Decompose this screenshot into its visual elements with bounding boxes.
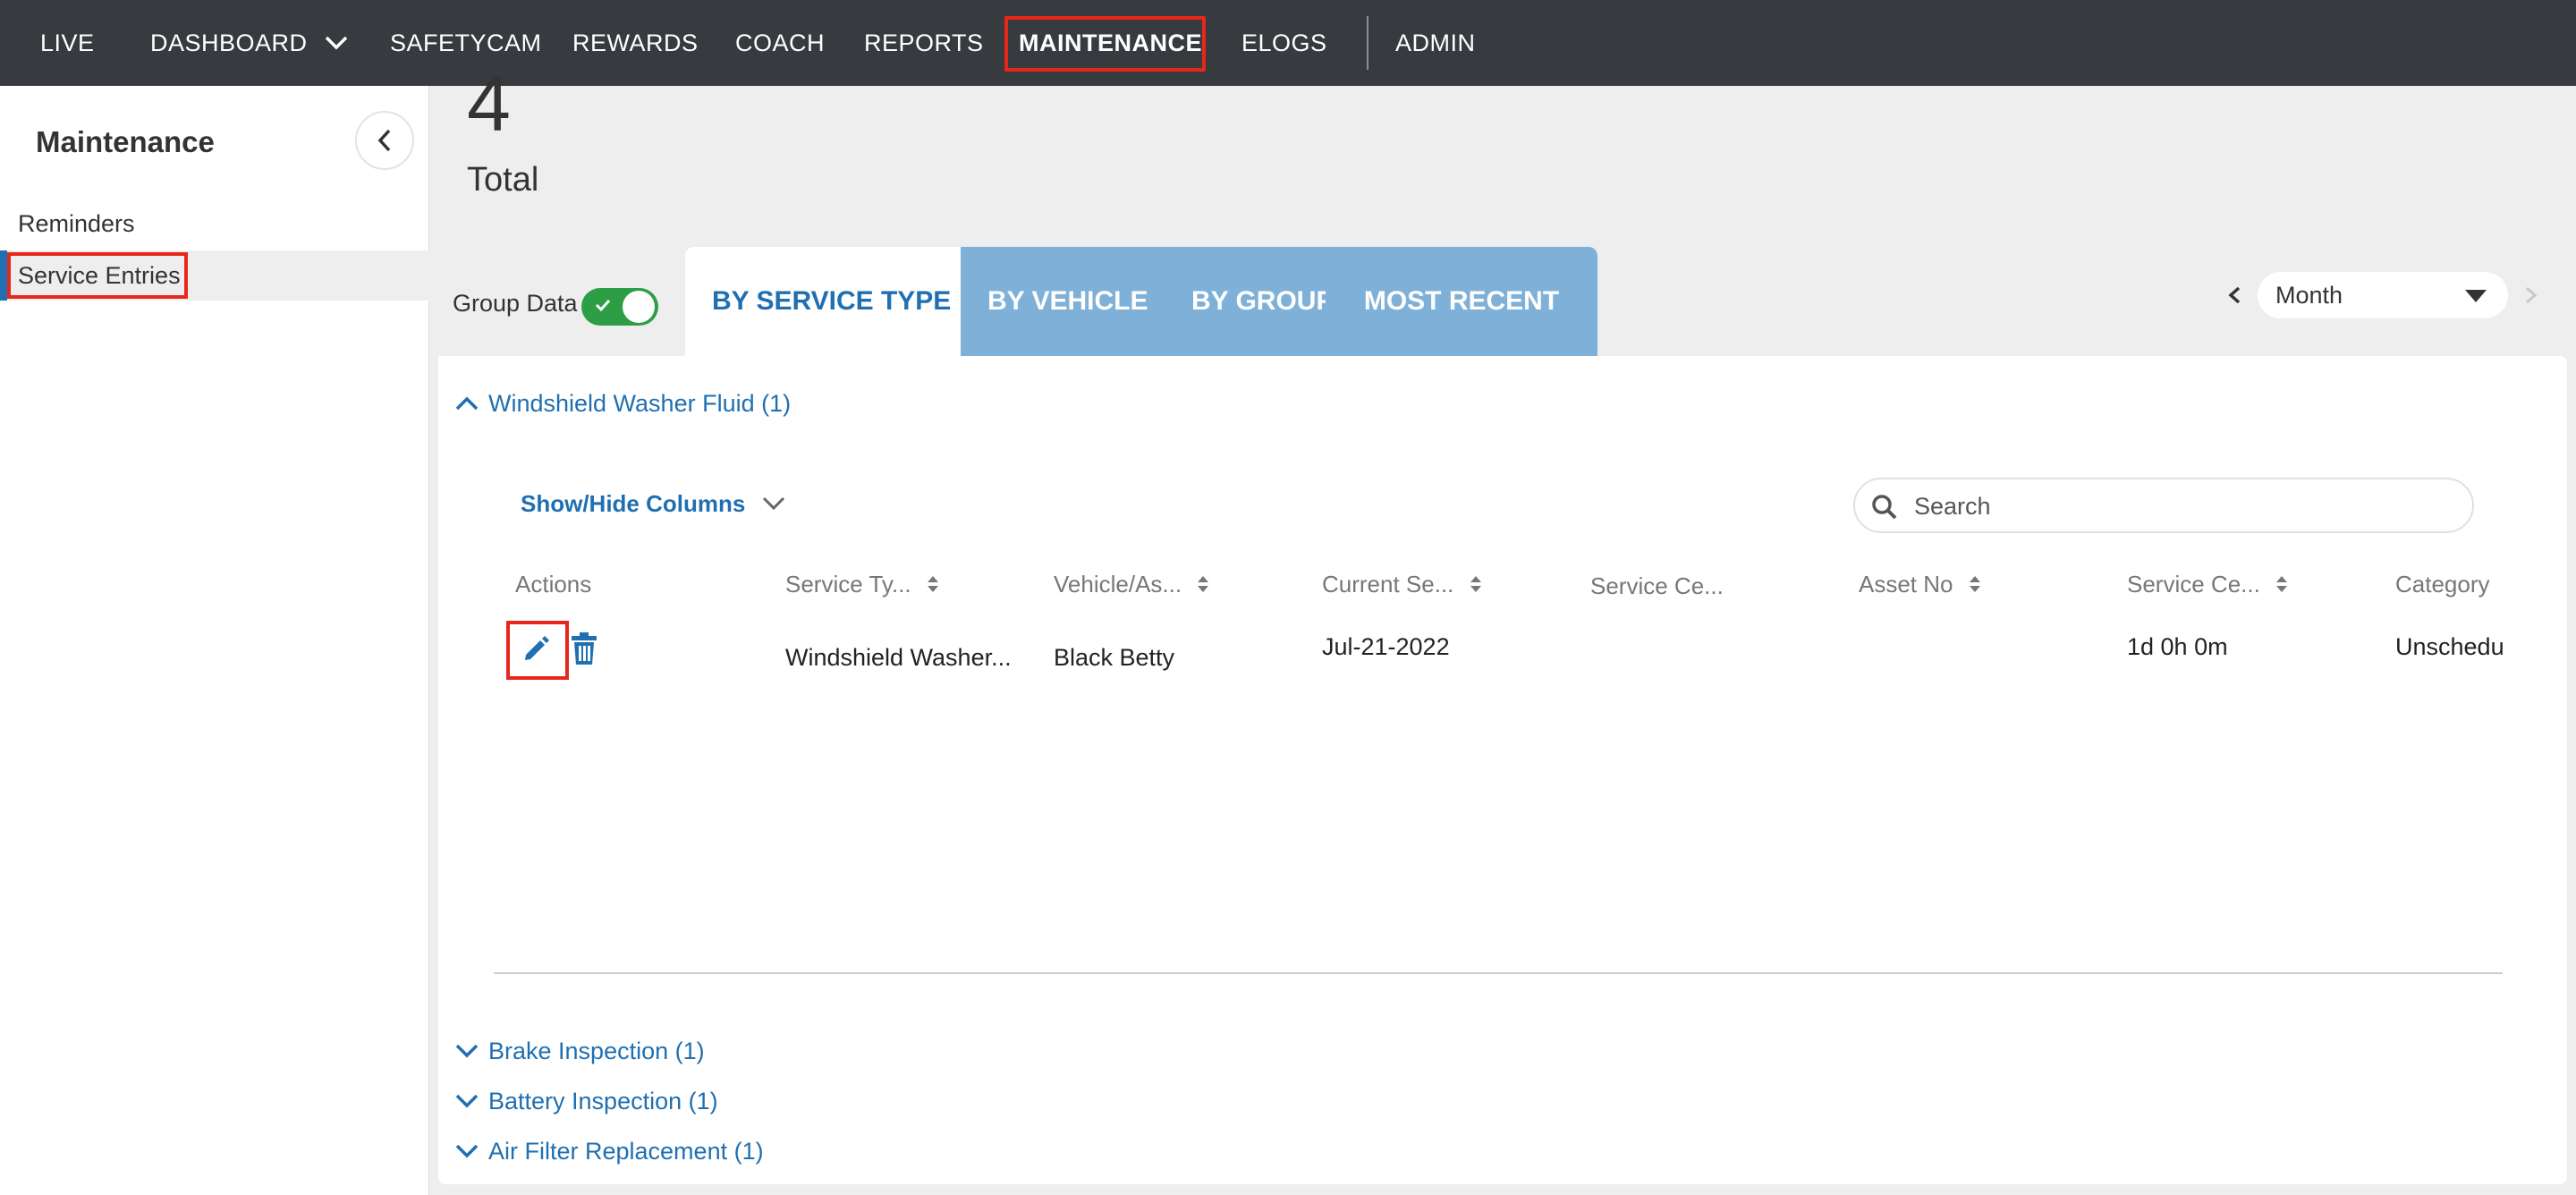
cell-current-service: Jul-21-2022 [1322,633,1450,660]
column-service-center[interactable]: Service Ce... [1590,572,1724,600]
column-vehicle[interactable]: Vehicle/As... [1054,571,1209,598]
nav-live[interactable]: LIVE [40,0,95,86]
chevron-down-icon [455,1094,479,1108]
group-label: Windshield Washer Fluid (1) [488,390,792,417]
top-nav: LIVE DASHBOARD SAFETYCAM REWARDS COACH R… [0,0,2576,86]
search-icon [1872,495,1897,520]
show-hide-columns-label: Show/Hide Columns [521,490,746,517]
column-label: Service Ce... [1590,572,1724,599]
column-service-cost[interactable]: Service Ce... [2127,571,2288,598]
sort-icon [927,576,938,593]
nav-dashboard-label: DASHBOARD [150,30,308,56]
column-actions: Actions [515,571,592,598]
cell-service-cost: 1d 0h 0m [2127,633,2228,660]
nav-divider [1367,16,1368,70]
nav-reports[interactable]: REPORTS [864,0,984,86]
tab-by-group[interactable]: BY GROUP [1165,247,1334,356]
check-icon [595,299,611,312]
sidebar-item-reminders[interactable]: Reminders [0,199,429,249]
chevron-down-icon [325,36,347,50]
table-divider [494,972,2503,974]
period-select-value: Month [2275,282,2343,309]
chevron-down-icon [455,1144,479,1158]
column-label: Vehicle/As... [1054,571,1182,598]
pencil-icon[interactable] [521,633,551,664]
sidebar-title: Maintenance [36,125,215,158]
column-label: Service Ty... [785,571,911,598]
trash-icon[interactable] [571,631,597,665]
nav-elogs[interactable]: ELOGS [1241,0,1327,86]
sort-icon [2276,576,2288,593]
sort-icon [1198,576,1209,593]
nav-admin[interactable]: ADMIN [1395,0,1476,86]
view-tabs: BY SERVICE TYPE BY VEHICLE BY GROUP MOST… [685,247,1597,356]
service-entries-panel: Windshield Washer Fluid (1) Show/Hide Co… [438,356,2567,1184]
column-label: Current Se... [1322,571,1454,598]
column-label: Asset No [1859,571,1953,598]
prev-period-icon[interactable] [2224,279,2245,311]
tab-by-vehicle[interactable]: BY VEHICLE [961,247,1165,356]
cell-service-type: Windshield Washer... [785,644,1012,671]
group-data-toggle[interactable] [581,288,658,326]
chevron-left-icon [377,129,391,152]
toggle-knob [623,291,655,323]
chevron-up-icon [455,396,479,411]
column-category[interactable]: Category [2395,571,2490,598]
cell-vehicle: Black Betty [1054,644,1175,671]
column-service-type[interactable]: Service Ty... [785,571,939,598]
sort-icon [1969,576,1980,593]
column-label: Service Ce... [2127,571,2260,598]
group-battery-inspection[interactable]: Battery Inspection (1) [454,1088,718,1115]
chevron-down-icon [455,1044,479,1058]
nav-safetycam[interactable]: SAFETYCAM [390,0,542,86]
tab-most-recent[interactable]: MOST RECENT [1326,247,1597,356]
sidebar-item-service-entries[interactable]: Service Entries [0,250,429,301]
sidebar: Maintenance Reminders Service Entries [0,86,429,1195]
column-current-service[interactable]: Current Se... [1322,571,1482,598]
group-windshield-washer-fluid[interactable]: Windshield Washer Fluid (1) [454,390,791,418]
show-hide-columns-button[interactable]: Show/Hide Columns [521,490,786,518]
nav-maintenance[interactable]: MAINTENANCE [1019,0,1202,86]
period-select[interactable]: Month [2258,272,2508,318]
sort-icon [1470,576,1481,593]
search-input[interactable] [1914,488,2451,524]
total-count: 4 [467,59,511,148]
group-air-filter-replacement[interactable]: Air Filter Replacement (1) [454,1138,764,1165]
tab-by-service-type[interactable]: BY SERVICE TYPE [685,247,961,356]
cell-category: Unschedu [2395,633,2504,660]
group-label: Brake Inspection (1) [488,1038,705,1064]
column-asset-no[interactable]: Asset No [1859,571,1981,598]
chevron-down-icon [762,497,784,511]
caret-down-icon [2465,290,2487,302]
nav-dashboard[interactable]: DASHBOARD [150,0,349,86]
next-period-icon[interactable] [2521,279,2542,311]
nav-coach[interactable]: COACH [735,0,825,86]
search-box [1853,478,2474,533]
group-label: Battery Inspection (1) [488,1088,718,1114]
group-data-label: Group Data [453,290,578,317]
group-brake-inspection[interactable]: Brake Inspection (1) [454,1038,705,1065]
column-label: Category [2395,571,2490,598]
total-label: Total [467,161,539,199]
nav-rewards[interactable]: REWARDS [572,0,699,86]
group-label: Air Filter Replacement (1) [488,1138,764,1165]
sidebar-collapse-button[interactable] [355,111,414,170]
